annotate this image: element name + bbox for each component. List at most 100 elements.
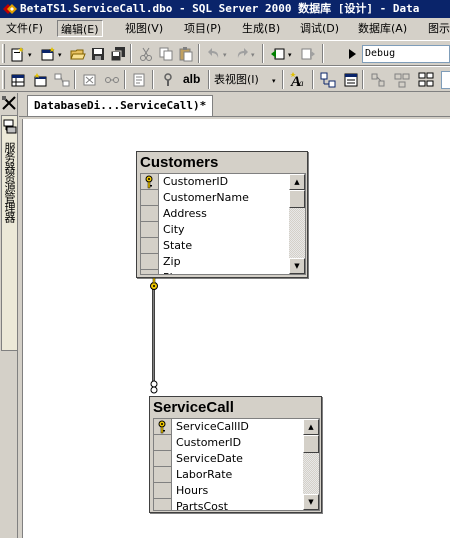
- undo-icon[interactable]: [204, 44, 224, 63]
- diagram-canvas[interactable]: Customers CustomerID CustomerName Address C…: [22, 119, 450, 538]
- row-selector[interactable]: [154, 467, 172, 483]
- column-name: Hours: [176, 484, 209, 497]
- chevron-down-icon[interactable]: ▾: [251, 51, 255, 59]
- chevron-down-icon[interactable]: ▾: [28, 51, 32, 59]
- new-project-icon[interactable]: [8, 44, 28, 63]
- row-selector[interactable]: [141, 174, 159, 190]
- add-table-icon[interactable]: [30, 70, 50, 89]
- row-selector[interactable]: [154, 435, 172, 451]
- table-customers[interactable]: Customers CustomerID CustomerName Address C…: [136, 151, 308, 278]
- column-row[interactable]: State: [141, 238, 305, 254]
- column-name: Address: [163, 207, 207, 220]
- table-servicecall[interactable]: ServiceCall ServiceCallID CustomerID Servi…: [149, 396, 322, 513]
- navigate-backward-icon[interactable]: [268, 44, 288, 63]
- column-row[interactable]: ServiceDate: [154, 451, 319, 467]
- menu-view[interactable]: 视图(V): [122, 20, 166, 37]
- toolbar-grip[interactable]: [2, 70, 5, 89]
- chevron-down-icon[interactable]: ▾: [58, 51, 62, 59]
- row-selector[interactable]: [141, 190, 159, 206]
- menu-file[interactable]: 文件(F): [3, 20, 46, 37]
- column-row[interactable]: ServiceCallID: [154, 419, 319, 435]
- server-explorer-label: 服务器资源管理器: [3, 142, 16, 222]
- add-related-tables-icon[interactable]: [52, 70, 72, 89]
- column-row[interactable]: Hours: [154, 483, 319, 499]
- one-end-key-icon: [147, 277, 161, 294]
- open-folder-icon[interactable]: [68, 44, 88, 63]
- column-row[interactable]: Phone: [141, 270, 305, 274]
- column-name: LaborRate: [176, 468, 233, 481]
- new-table-icon[interactable]: [8, 70, 28, 89]
- copy-icon[interactable]: [156, 44, 176, 63]
- zoom-combo[interactable]: [441, 71, 450, 89]
- column-row[interactable]: PartsCost: [154, 499, 319, 510]
- navigate-forward-icon[interactable]: [298, 44, 318, 63]
- scroll-down-button[interactable]: ▼: [289, 258, 305, 274]
- cut-icon[interactable]: [136, 44, 156, 63]
- menu-diagram[interactable]: 图示: [425, 20, 450, 37]
- row-selector[interactable]: [141, 270, 159, 274]
- scrollbar[interactable]: ▲ ▼: [289, 174, 305, 274]
- set-primary-key-icon[interactable]: [158, 70, 178, 89]
- menu-edit[interactable]: 编辑(E): [57, 20, 103, 37]
- column-name: Phone: [163, 270, 197, 274]
- scroll-thumb[interactable]: [289, 190, 305, 208]
- row-selector[interactable]: [141, 222, 159, 238]
- start-icon[interactable]: [346, 44, 358, 63]
- redo-icon[interactable]: [232, 44, 252, 63]
- manage-relationships-icon[interactable]: [102, 70, 122, 89]
- scroll-up-button[interactable]: ▲: [303, 419, 319, 435]
- column-row[interactable]: Zip: [141, 254, 305, 270]
- table-properties-icon[interactable]: [341, 70, 361, 89]
- column-name: ServiceDate: [176, 452, 243, 465]
- scroll-thumb[interactable]: [303, 435, 319, 453]
- zoom-to-fit-icon[interactable]: [368, 70, 388, 89]
- menu-project[interactable]: 项目(P): [181, 20, 224, 37]
- save-icon[interactable]: [88, 44, 108, 63]
- row-selector[interactable]: [154, 483, 172, 499]
- arrange-tables-icon[interactable]: [318, 70, 338, 89]
- document-tab-bar: DatabaseDi...ServiceCall)*: [19, 93, 450, 117]
- delete-table-icon[interactable]: [80, 70, 100, 89]
- table-title[interactable]: Customers: [140, 154, 218, 171]
- scroll-down-button[interactable]: ▼: [303, 494, 319, 510]
- column-row[interactable]: Address: [141, 206, 305, 222]
- column-row[interactable]: CustomerID: [154, 435, 319, 451]
- column-list: CustomerID CustomerName Address City State Zi…: [140, 173, 306, 275]
- table-view-dropdown[interactable]: 表视图(I): [214, 72, 259, 88]
- menu-database[interactable]: 数据库(A): [355, 20, 410, 37]
- column-row[interactable]: City: [141, 222, 305, 238]
- row-selector[interactable]: [141, 238, 159, 254]
- chevron-down-icon[interactable]: ▾: [223, 51, 227, 59]
- toolbox-icon[interactable]: [1, 95, 17, 111]
- row-selector[interactable]: [141, 254, 159, 270]
- solution-config-combo[interactable]: Debug: [362, 45, 450, 63]
- menu-bar: 文件(F) 编辑(E) 视图(V) 项目(P) 生成(B) 调试(D) 数据库(…: [0, 18, 450, 39]
- scroll-up-button[interactable]: ▲: [289, 174, 305, 190]
- save-all-icon[interactable]: [108, 44, 128, 63]
- paste-icon[interactable]: [176, 44, 196, 63]
- row-selector[interactable]: [154, 419, 172, 435]
- chevron-down-icon[interactable]: ▾: [272, 77, 276, 85]
- row-selector[interactable]: [154, 499, 172, 510]
- new-text-annotation-icon[interactable]: [416, 70, 436, 89]
- column-row[interactable]: CustomerID: [141, 174, 305, 190]
- alb-label[interactable]: alb: [183, 71, 200, 87]
- row-selector[interactable]: [154, 451, 172, 467]
- left-tool-strip: 服务器资源管理器: [0, 93, 18, 538]
- add-item-icon[interactable]: [38, 44, 58, 63]
- menu-build[interactable]: 生成(B): [239, 20, 283, 37]
- chevron-down-icon[interactable]: ▾: [288, 51, 292, 59]
- show-relationship-labels-icon[interactable]: [392, 70, 412, 89]
- column-row[interactable]: LaborRate: [154, 467, 319, 483]
- row-selector[interactable]: [141, 206, 159, 222]
- column-row[interactable]: CustomerName: [141, 190, 305, 206]
- menu-debug[interactable]: 调试(D): [297, 20, 342, 37]
- table-title[interactable]: ServiceCall: [153, 399, 234, 416]
- server-explorer-tab[interactable]: 服务器资源管理器: [1, 115, 17, 351]
- scrollbar[interactable]: ▲ ▼: [303, 419, 319, 510]
- generate-script-icon[interactable]: [130, 70, 150, 89]
- document-tab[interactable]: DatabaseDi...ServiceCall)*: [27, 95, 214, 116]
- relationship-line[interactable]: [152, 289, 155, 389]
- autosize-text-icon[interactable]: Aa: [288, 70, 308, 89]
- toolbar-grip[interactable]: [2, 44, 5, 63]
